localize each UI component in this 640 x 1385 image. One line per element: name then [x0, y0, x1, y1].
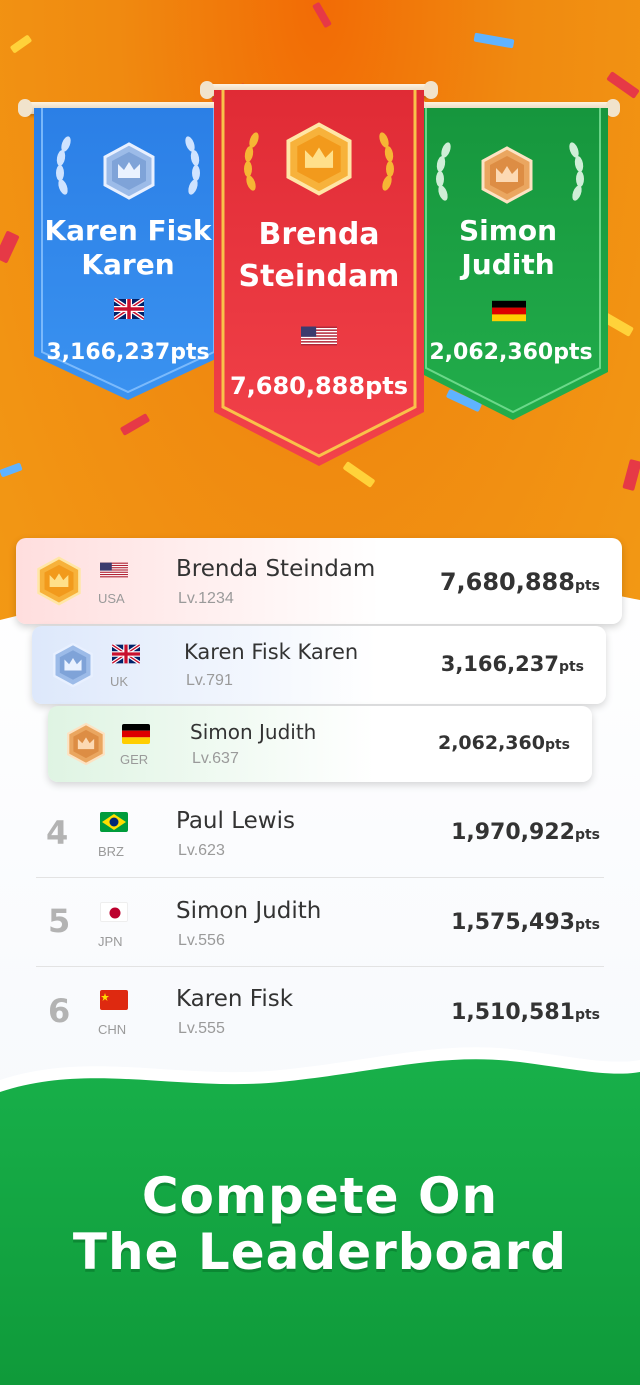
score-unit: pts [558, 659, 584, 675]
rank-number: 6 [48, 992, 71, 1030]
country-code: GER [120, 752, 149, 767]
player-name: Simon Judith [190, 720, 317, 744]
score-unit: pts [574, 1007, 600, 1023]
player-score: 1,970,922pts [451, 820, 600, 845]
podium-banner-first[interactable]: Brenda Steindam 7,680,888pts [214, 90, 424, 470]
laurel-right-icon [185, 136, 200, 195]
gb-flag-icon [112, 644, 140, 664]
headline-line: The Leaderboard [72, 1223, 568, 1281]
banner-name-line: Brenda [258, 217, 380, 252]
banner-name-line: Karen [81, 247, 175, 281]
laurel-left-icon [56, 136, 71, 195]
row-divider [36, 877, 604, 878]
banner-name-line: Judith [461, 247, 555, 281]
laurel-left-icon [244, 132, 259, 191]
laurel-right-icon [379, 132, 394, 191]
player-name: Brenda Steindam [176, 556, 376, 582]
banner-points: 3,166,237pts [46, 340, 210, 365]
country-code: BRZ [98, 844, 124, 859]
leaderboard-row-1[interactable]: USA Brenda Steindam Lv.1234 7,680,888pts [16, 538, 622, 624]
country-code: CHN [98, 1022, 127, 1037]
player-name: Simon Judith [176, 898, 322, 924]
leaderboard-row-4[interactable]: 4 BRZ Paul Lewis Lv.623 1,970,922pts [36, 796, 604, 876]
score-value: 1,510,581 [451, 1000, 575, 1025]
player-name: Paul Lewis [176, 808, 295, 834]
player-name: Karen Fisk [176, 986, 294, 1012]
country-code: UK [110, 674, 129, 689]
player-level: Lv.1234 [178, 590, 234, 607]
silver-crown-medal-icon [52, 642, 94, 693]
us-flag-icon [301, 324, 337, 353]
laurel-left-icon [436, 142, 451, 201]
score-value: 3,166,237 [440, 652, 559, 676]
bronze-crown-medal-icon [66, 722, 106, 771]
score-unit: pts [544, 737, 570, 753]
score-unit: pts [574, 578, 600, 594]
silver-crown-medal-icon [102, 142, 156, 200]
player-name: Karen Fisk Karen [184, 640, 359, 664]
promo-headline: Compete On The Leaderboard [0, 1168, 640, 1280]
row-divider [36, 966, 604, 967]
score-value: 2,062,360 [437, 732, 545, 754]
player-level: Lv.555 [178, 1020, 225, 1037]
player-level: Lv.637 [192, 750, 239, 767]
headline-line: Compete On [141, 1167, 499, 1225]
podium-banner-third[interactable]: Simon Judith 2,062,360pts [418, 108, 608, 428]
gb-flag-icon [112, 297, 146, 325]
score-value: 7,680,888 [439, 568, 575, 596]
player-score: 2,062,360pts [438, 732, 570, 754]
leaderboard-row-2[interactable]: UK Karen Fisk Karen Lv.791 3,166,237pts [32, 626, 606, 704]
gold-crown-medal-icon [284, 122, 354, 196]
banner-points: 2,062,360pts [429, 340, 593, 365]
player-level: Lv.556 [178, 932, 225, 949]
score-unit: pts [574, 917, 600, 933]
score-value: 1,970,922 [451, 820, 575, 845]
country-code: USA [98, 591, 125, 606]
banner-name-line: Steindam [238, 259, 400, 294]
rank-number: 5 [48, 902, 71, 940]
jp-flag-icon [100, 902, 128, 922]
player-score: 1,510,581pts [451, 1000, 600, 1025]
de-flag-icon [122, 724, 150, 744]
leaderboard-row-5[interactable]: 5 JPN Simon Judith Lv.556 1,575,493pts [36, 886, 604, 966]
player-score: 7,680,888pts [440, 568, 600, 596]
leaderboard-row-3[interactable]: GER Simon Judith Lv.637 2,062,360pts [48, 706, 592, 782]
banner-name-line: Karen Fisk [44, 214, 212, 247]
us-flag-icon [100, 560, 128, 580]
country-code: JPN [98, 934, 123, 949]
rank-number: 4 [46, 814, 69, 852]
cn-flag-icon [100, 990, 128, 1010]
laurel-right-icon [569, 142, 584, 201]
gold-crown-medal-icon [36, 556, 82, 611]
banner-name-line: Simon [458, 214, 558, 247]
br-flag-icon [100, 812, 128, 832]
leaderboard-row-6[interactable]: 6 CHN Karen Fisk Lv.555 1,510,581pts [36, 976, 604, 1056]
de-flag-icon [492, 300, 526, 327]
podium-banner-second[interactable]: Karen Fisk Karen 3,166,237pts [34, 108, 222, 408]
player-score: 1,575,493pts [451, 910, 600, 935]
player-level: Lv.791 [186, 672, 233, 689]
player-level: Lv.623 [178, 842, 225, 859]
score-unit: pts [574, 827, 600, 843]
banner-points: 7,680,888pts [229, 372, 409, 400]
player-score: 3,166,237pts [441, 652, 584, 676]
bronze-crown-medal-icon [480, 146, 534, 204]
score-value: 1,575,493 [451, 910, 575, 935]
